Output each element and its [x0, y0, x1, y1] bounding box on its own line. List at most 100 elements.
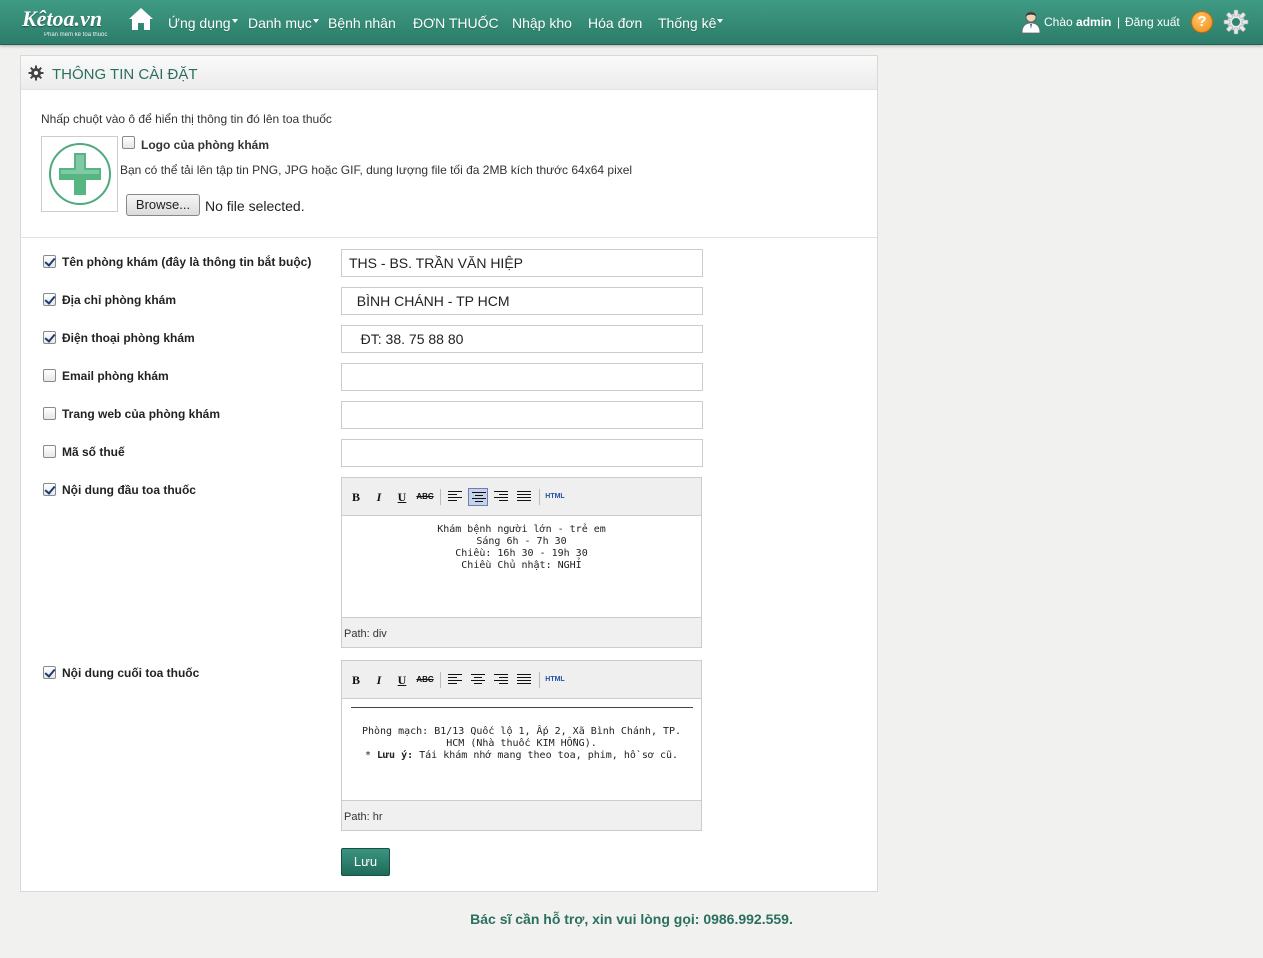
nav-thong-ke[interactable]: Thống kê [658, 15, 724, 31]
nav-ung-dung[interactable]: Ứng dụng [168, 15, 238, 31]
align-right-icon [494, 491, 508, 503]
browse-button[interactable]: Browse... [126, 194, 200, 216]
align-left-button[interactable] [445, 488, 465, 506]
clinic-phone-checkbox[interactable] [43, 331, 56, 344]
nav-benh-nhan[interactable]: Bệnh nhân [328, 15, 396, 31]
settings-gear-icon[interactable] [1223, 9, 1249, 35]
strikethrough-button[interactable]: ABC [415, 488, 435, 506]
toolbar-separator [440, 672, 441, 688]
save-button[interactable]: Lưu [341, 848, 390, 876]
clinic-website-checkbox[interactable] [43, 407, 56, 420]
upload-note: Bạn có thể tải lên tập tin PNG, JPG hoặc… [120, 163, 633, 177]
settings-panel: THÔNG TIN CÀI ĐẶT Nhấp chuột vào ô để hi… [20, 55, 878, 892]
support-note: Bác sĩ cần hỗ trợ, xin vui lòng gọi: 098… [470, 911, 793, 927]
content-line: Phòng mạch: B1/13 Quốc lộ 1, Ấp 2, Xã Bì… [361, 726, 682, 737]
header-content-label: Nội dung đầu toa thuốc [62, 483, 196, 497]
header-content-editor: B I U ABC HTML Khám bệnh người lớn - trẻ… [341, 477, 702, 648]
underline-button[interactable]: U [392, 671, 412, 689]
clinic-address-checkbox[interactable] [43, 293, 56, 306]
content-line: * Lưu ý: Tái khám nhớ mang theo toa, phi… [364, 750, 679, 761]
editor-path: Path: hr [342, 800, 701, 830]
clinic-phone-input[interactable]: ĐT: 38. 75 88 80 [341, 325, 703, 353]
editor-content[interactable]: Khám bệnh người lớn - trẻ em Sáng 6h - 7… [342, 516, 701, 617]
tax-code-input[interactable] [341, 439, 703, 467]
tax-code-checkbox[interactable] [43, 445, 56, 458]
nav-hoa-don[interactable]: Hóa đơn [588, 15, 642, 31]
align-right-button[interactable] [491, 671, 511, 689]
justify-button[interactable] [514, 671, 534, 689]
content-line: Sáng 6h - 7h 30 [476, 536, 567, 547]
content-line: Chiều: 16h 30 - 19h 30 [455, 548, 588, 559]
italic-button[interactable]: I [369, 671, 389, 689]
page-title: THÔNG TIN CÀI ĐẶT [52, 66, 198, 83]
username: admin [1076, 15, 1112, 29]
html-source-button[interactable]: HTML [545, 488, 565, 506]
html-source-button[interactable]: HTML [545, 671, 565, 689]
strikethrough-button[interactable]: ABC [415, 671, 435, 689]
brand-logo[interactable]: Kêtoa.vn Phần mềm kê toa thuốc [20, 4, 108, 40]
clinic-email-input[interactable] [341, 363, 703, 391]
brand-name: Kêtoa.vn [22, 6, 103, 31]
bold-button[interactable]: B [346, 671, 366, 689]
tax-code-label: Mã số thuế [62, 445, 125, 459]
logo-label: Logo của phòng khám [141, 138, 269, 152]
clinic-email-checkbox[interactable] [43, 369, 56, 382]
toolbar-separator [440, 489, 441, 505]
italic-button[interactable]: I [369, 488, 389, 506]
justify-icon [517, 674, 531, 686]
content-line: Khám bệnh người lớn - trẻ em [437, 524, 606, 535]
justify-button[interactable] [514, 488, 534, 506]
toolbar-separator [539, 672, 540, 688]
nav-danh-muc[interactable]: Danh mục [248, 15, 319, 31]
panel-header: THÔNG TIN CÀI ĐẶT [21, 56, 877, 90]
brand-tagline: Phần mềm kê toa thuốc [44, 32, 108, 38]
clinic-name-input[interactable]: THS - BS. TRẦN VĂN HIỆP [341, 249, 703, 277]
user-avatar-icon [1021, 11, 1041, 34]
nav-don-thuoc[interactable]: ĐƠN THUỐC [413, 15, 499, 31]
align-left-button[interactable] [445, 671, 465, 689]
underline-button[interactable]: U [392, 488, 412, 506]
editor-content[interactable]: Phòng mạch: B1/13 Quốc lộ 1, Ấp 2, Xã Bì… [342, 699, 701, 800]
editor-path: Path: div [342, 617, 701, 647]
note-bold: Lưu ý: [377, 750, 414, 761]
greeting: Chào admin [1044, 15, 1112, 29]
clinic-website-input[interactable] [341, 401, 703, 429]
clinic-phone-label: Điện thoại phòng khám [62, 331, 195, 345]
align-center-button[interactable] [468, 488, 488, 506]
gear-icon [28, 65, 44, 81]
help-icon[interactable]: ? [1191, 11, 1213, 33]
caret-down-icon [312, 19, 319, 23]
top-navbar: Kêtoa.vn Phần mềm kê toa thuốc Ứng dụng … [0, 0, 1263, 45]
justify-icon [517, 491, 531, 503]
nav-nhap-kho[interactable]: Nhập kho [512, 15, 572, 31]
caret-down-icon [717, 19, 724, 23]
logo-checkbox[interactable] [122, 136, 135, 149]
align-left-icon [448, 674, 462, 686]
footer-content-checkbox[interactable] [43, 666, 56, 679]
footer-content-label: Nội dung cuối toa thuốc [62, 666, 200, 680]
home-icon[interactable] [128, 6, 154, 32]
logout-link[interactable]: Đăng xuất [1125, 15, 1180, 29]
separator: | [1117, 15, 1121, 29]
toolbar-separator [539, 489, 540, 505]
bold-button[interactable]: B [346, 488, 366, 506]
editor-toolbar: B I U ABC HTML [342, 478, 701, 516]
header-content-checkbox[interactable] [43, 483, 56, 496]
align-center-button[interactable] [468, 671, 488, 689]
clinic-website-label: Trang web của phòng khám [62, 407, 221, 421]
align-center-icon [472, 492, 486, 504]
clinic-name-checkbox[interactable] [43, 255, 56, 268]
horizontal-rule [350, 707, 693, 708]
divider [21, 237, 877, 238]
align-right-button[interactable] [491, 488, 511, 506]
footer-content-editor: B I U ABC HTML Phòng mạch: B1/13 Quốc lộ… [341, 660, 702, 831]
hint-text: Nhấp chuột vào ô để hiển thị thông tin đ… [41, 112, 332, 126]
clinic-email-label: Email phòng khám [62, 369, 169, 383]
content-line: Chiều Chủ nhật: NGHỈ [461, 560, 582, 571]
file-status: No file selected. [205, 198, 305, 214]
align-right-icon [494, 674, 508, 686]
clinic-name-label: Tên phòng khám (đây là thông tin bắt buộ… [62, 255, 312, 269]
medical-cross-icon [49, 143, 111, 205]
align-center-icon [471, 674, 485, 686]
clinic-address-input[interactable]: BÌNH CHÁNH - TP HCM [341, 287, 703, 315]
